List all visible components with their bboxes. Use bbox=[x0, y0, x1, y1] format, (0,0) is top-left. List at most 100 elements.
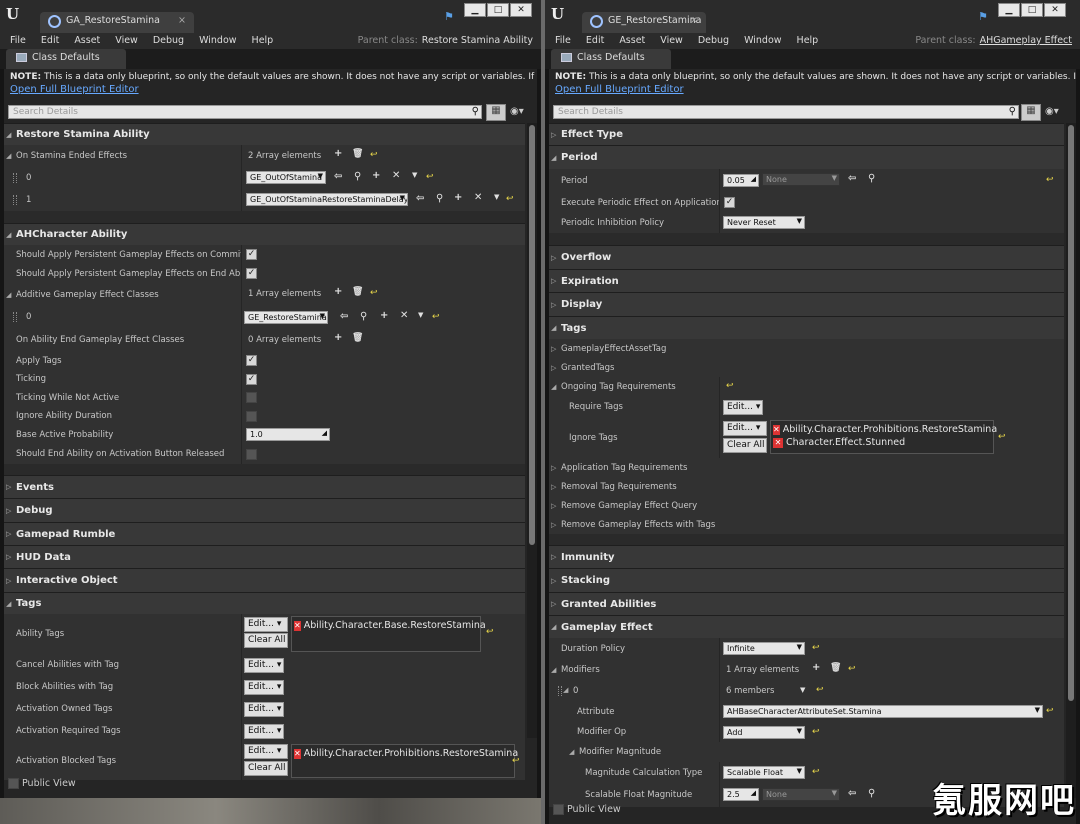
browse-icon[interactable]: ⚲ bbox=[868, 788, 875, 799]
attribute-dropdown[interactable]: AHBaseCharacterAttributeSet.Stamina ▼ bbox=[723, 705, 1043, 718]
parent-class-link[interactable]: Restore Stamina Ability bbox=[422, 35, 533, 46]
close-button[interactable]: ✕ bbox=[510, 3, 532, 17]
insert-icon[interactable]: + bbox=[454, 192, 462, 203]
edit-tags-button[interactable]: Edit... ▾ bbox=[244, 680, 284, 695]
edit-tags-button[interactable]: Edit... ▾ bbox=[723, 400, 763, 415]
category-interactive-object[interactable]: ▷ Interactive Object bbox=[4, 568, 525, 592]
modifier-op-dropdown[interactable]: Add ▼ bbox=[723, 726, 805, 739]
checkbox-checked[interactable]: ✓ bbox=[724, 197, 735, 208]
remove-tag-icon[interactable]: ✕ bbox=[294, 748, 301, 759]
use-selected-icon[interactable]: ⇦ bbox=[334, 171, 342, 182]
menu-asset[interactable]: Asset bbox=[619, 35, 645, 46]
class-picker[interactable]: GE_RestoreStamina ▼ bbox=[244, 311, 328, 324]
drag-handle-icon[interactable] bbox=[13, 312, 17, 322]
clear-icon[interactable]: ✕ bbox=[400, 310, 408, 321]
scrollbar-thumb[interactable] bbox=[1068, 125, 1074, 701]
menu-view[interactable]: View bbox=[115, 35, 138, 46]
period-field[interactable]: 0.05 ◢ bbox=[723, 174, 759, 187]
curve-table-picker[interactable]: None ▼ bbox=[762, 788, 840, 801]
category-expiration[interactable]: ▷ Expiration bbox=[549, 269, 1064, 292]
reset-icon[interactable]: ↩ bbox=[512, 756, 520, 766]
checkbox-checked[interactable]: ✓ bbox=[246, 249, 257, 260]
category-granted-abilities[interactable]: ▷ Granted Abilities bbox=[549, 592, 1064, 615]
public-view-checkbox[interactable] bbox=[553, 804, 564, 815]
add-element-icon[interactable]: + bbox=[334, 332, 342, 343]
menu-view[interactable]: View bbox=[660, 35, 683, 46]
view-options-icon[interactable]: ◉▾ bbox=[510, 106, 524, 117]
document-tab[interactable]: GE_RestoreStamina × bbox=[582, 12, 706, 33]
menu-help[interactable]: Help bbox=[252, 35, 274, 46]
add-element-icon[interactable]: + bbox=[812, 662, 820, 673]
open-blueprint-editor-link[interactable]: Open Full Blueprint Editor bbox=[555, 84, 684, 95]
add-element-icon[interactable]: + bbox=[334, 286, 342, 297]
clear-all-button[interactable]: Clear All bbox=[244, 761, 288, 776]
category-overflow[interactable]: ▷ Overflow bbox=[549, 245, 1064, 269]
minimize-button[interactable]: ▁ bbox=[998, 3, 1020, 17]
more-options-icon[interactable]: ▼ bbox=[412, 171, 417, 179]
reset-icon[interactable]: ↩ bbox=[848, 664, 856, 674]
menu-debug[interactable]: Debug bbox=[698, 35, 729, 46]
view-options-icon[interactable]: ◉▾ bbox=[1045, 106, 1059, 117]
more-options-icon[interactable]: ▼ bbox=[418, 311, 423, 319]
drag-handle-icon[interactable] bbox=[13, 195, 17, 205]
close-tab-icon[interactable]: × bbox=[690, 15, 698, 26]
class-picker[interactable]: GE_OutOfStamina ▼ bbox=[246, 171, 326, 184]
delete-all-icon[interactable]: 🗑 bbox=[830, 663, 841, 673]
checkbox-checked[interactable]: ✓ bbox=[246, 374, 257, 385]
class-defaults-tab[interactable]: Class Defaults bbox=[551, 49, 671, 69]
browse-icon[interactable]: ⚲ bbox=[868, 173, 875, 184]
use-selected-icon[interactable]: ⇦ bbox=[848, 173, 856, 184]
use-selected-icon[interactable]: ⇦ bbox=[340, 311, 348, 322]
clear-all-button[interactable]: Clear All bbox=[723, 438, 767, 453]
probability-field[interactable]: 1.0 ◢ bbox=[246, 428, 330, 441]
search-details-input[interactable]: Search Details ⚲ bbox=[8, 105, 482, 119]
parent-class-link[interactable]: AHGameplay Effect bbox=[980, 35, 1072, 46]
clear-icon[interactable]: ✕ bbox=[392, 170, 400, 181]
insert-icon[interactable]: + bbox=[372, 170, 380, 181]
edit-tags-button[interactable]: Edit... ▾ bbox=[244, 744, 288, 759]
browse-icon[interactable]: ⚲ bbox=[360, 311, 367, 322]
reset-icon[interactable]: ↩ bbox=[370, 288, 378, 298]
maximize-button[interactable]: □ bbox=[487, 3, 509, 17]
document-tab[interactable]: GA_RestoreStamina × bbox=[40, 12, 194, 33]
reset-icon[interactable]: ↩ bbox=[812, 767, 820, 777]
checkbox-unchecked[interactable] bbox=[246, 392, 257, 403]
reset-icon[interactable]: ↩ bbox=[726, 381, 734, 391]
property-matrix-button[interactable]: ▦ bbox=[1021, 104, 1041, 121]
reset-icon[interactable]: ↩ bbox=[998, 432, 1006, 442]
category-hud-data[interactable]: ▷ HUD Data bbox=[4, 545, 525, 568]
reset-icon[interactable]: ↩ bbox=[432, 312, 440, 322]
category-effect-type[interactable]: ▷ Effect Type bbox=[549, 123, 1064, 145]
browse-icon[interactable]: ⚲ bbox=[436, 193, 443, 204]
category-tags[interactable]: ◢ Tags bbox=[549, 316, 1064, 339]
edit-tags-button[interactable]: Edit... ▾ bbox=[244, 617, 288, 632]
edit-tags-button[interactable]: Edit... ▾ bbox=[723, 421, 767, 436]
menu-edit[interactable]: Edit bbox=[41, 35, 59, 46]
checkbox-checked[interactable]: ✓ bbox=[246, 268, 257, 279]
property-matrix-button[interactable]: ▦ bbox=[486, 104, 506, 121]
clear-all-button[interactable]: Clear All bbox=[244, 633, 288, 648]
menu-file[interactable]: File bbox=[10, 35, 26, 46]
scrollbar[interactable] bbox=[527, 123, 537, 738]
browse-icon[interactable]: ⚲ bbox=[354, 171, 361, 182]
delete-all-icon[interactable]: 🗑 bbox=[352, 149, 363, 159]
inhibition-dropdown[interactable]: Never Reset ▼ bbox=[723, 216, 805, 229]
category-ahcharacter-ability[interactable]: ◢ AHCharacter Ability bbox=[4, 223, 525, 245]
insert-icon[interactable]: + bbox=[380, 310, 388, 321]
category-period[interactable]: ◢ Period bbox=[549, 145, 1064, 169]
menu-window[interactable]: Window bbox=[199, 35, 236, 46]
add-element-icon[interactable]: + bbox=[334, 148, 342, 159]
open-blueprint-editor-link[interactable]: Open Full Blueprint Editor bbox=[10, 84, 139, 95]
drag-handle-icon[interactable] bbox=[13, 173, 17, 183]
close-tab-icon[interactable]: × bbox=[178, 15, 186, 26]
use-selected-icon[interactable]: ⇦ bbox=[848, 788, 856, 799]
calculation-type-dropdown[interactable]: Scalable Float ▼ bbox=[723, 766, 805, 779]
menu-window[interactable]: Window bbox=[744, 35, 781, 46]
public-view-checkbox[interactable] bbox=[8, 778, 19, 789]
checkbox-unchecked[interactable] bbox=[246, 411, 257, 422]
class-picker[interactable]: GE_OutOfStaminaRestoreStaminaDelay ▼ bbox=[246, 193, 408, 206]
search-details-input[interactable]: Search Details ⚲ bbox=[553, 105, 1019, 119]
edit-tags-button[interactable]: Edit... ▾ bbox=[244, 702, 284, 717]
category-stacking[interactable]: ▷ Stacking bbox=[549, 568, 1064, 592]
remove-tag-icon[interactable]: ✕ bbox=[773, 424, 780, 435]
